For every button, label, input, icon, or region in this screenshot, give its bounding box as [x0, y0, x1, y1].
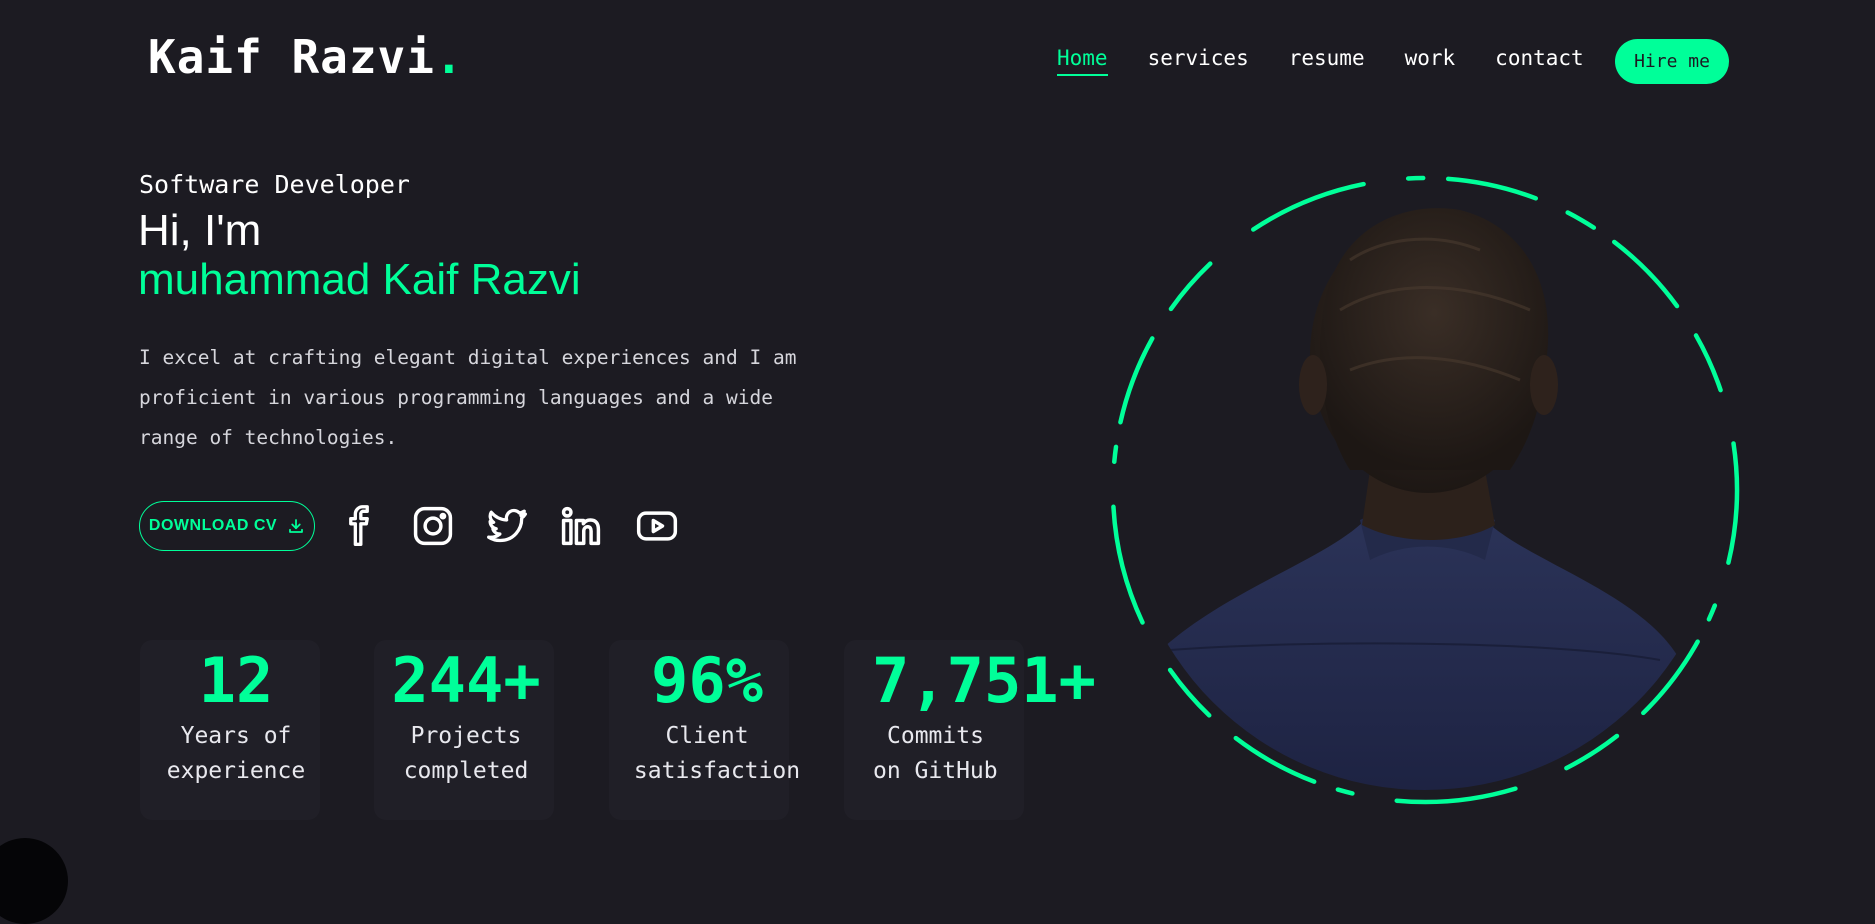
youtube-icon — [636, 511, 678, 541]
logo-dot: . — [434, 30, 464, 84]
youtube-link[interactable] — [634, 503, 680, 549]
main-nav: Home services resume work contact — [1057, 46, 1584, 76]
nav-services[interactable]: services — [1148, 46, 1249, 76]
facebook-icon — [349, 505, 369, 546]
download-cv-button[interactable]: DOWNLOAD CV — [139, 501, 315, 551]
role-subtitle: Software Developer — [139, 170, 410, 199]
logo-text: Kaif Razvi — [148, 30, 435, 84]
stat-label-line2: on GitHub — [873, 758, 998, 784]
stat-commits: 7,751+ Commits on GitHub — [862, 644, 1096, 789]
portrait-graphic — [1110, 175, 1740, 805]
stat-satisfaction: 96% Client satisfaction — [620, 645, 814, 789]
stat-value: 12 — [198, 644, 274, 717]
stat-projects: 244+ Projects completed — [374, 645, 558, 789]
stat-label-line1: Commits — [887, 723, 984, 749]
nav-home[interactable]: Home — [1057, 46, 1108, 76]
download-icon — [289, 519, 303, 533]
instagram-icon — [413, 506, 453, 546]
nav-work[interactable]: work — [1405, 46, 1456, 76]
hero-name: muhammad Kaif Razvi — [138, 255, 581, 304]
stat-label-line1: Client — [665, 723, 749, 749]
twitter-icon — [487, 508, 527, 543]
chat-widget-button[interactable] — [0, 838, 68, 924]
linkedin-icon — [561, 506, 601, 546]
stat-label-line1: Projects — [410, 723, 522, 749]
download-cv-label: DOWNLOAD CV — [148, 517, 278, 534]
linkedin-link[interactable] — [558, 503, 604, 549]
hire-me-button[interactable]: Hire me — [1615, 39, 1729, 84]
instagram-link[interactable] — [410, 503, 456, 549]
greeting: Hi, I'm — [138, 206, 262, 255]
twitter-link[interactable] — [484, 503, 530, 549]
stat-label-line2: experience — [166, 758, 306, 784]
stat-value: 96% — [651, 644, 763, 717]
stat-label-line2: satisfaction — [633, 758, 801, 784]
person-photo — [1130, 208, 1700, 790]
stat-label-line1: Years of — [180, 723, 292, 749]
logo[interactable]: Kaif Razvi. — [148, 30, 464, 84]
nav-resume[interactable]: resume — [1289, 46, 1365, 76]
facebook-link[interactable] — [336, 503, 382, 549]
stat-years: 12 Years of experience — [140, 645, 332, 789]
stat-value: 7,751+ — [872, 644, 1096, 717]
hero-description: I excel at crafting elegant digital expe… — [139, 346, 797, 449]
stat-value: 244+ — [391, 644, 541, 717]
stat-label-line2: completed — [403, 758, 529, 784]
nav-contact[interactable]: contact — [1495, 46, 1584, 76]
